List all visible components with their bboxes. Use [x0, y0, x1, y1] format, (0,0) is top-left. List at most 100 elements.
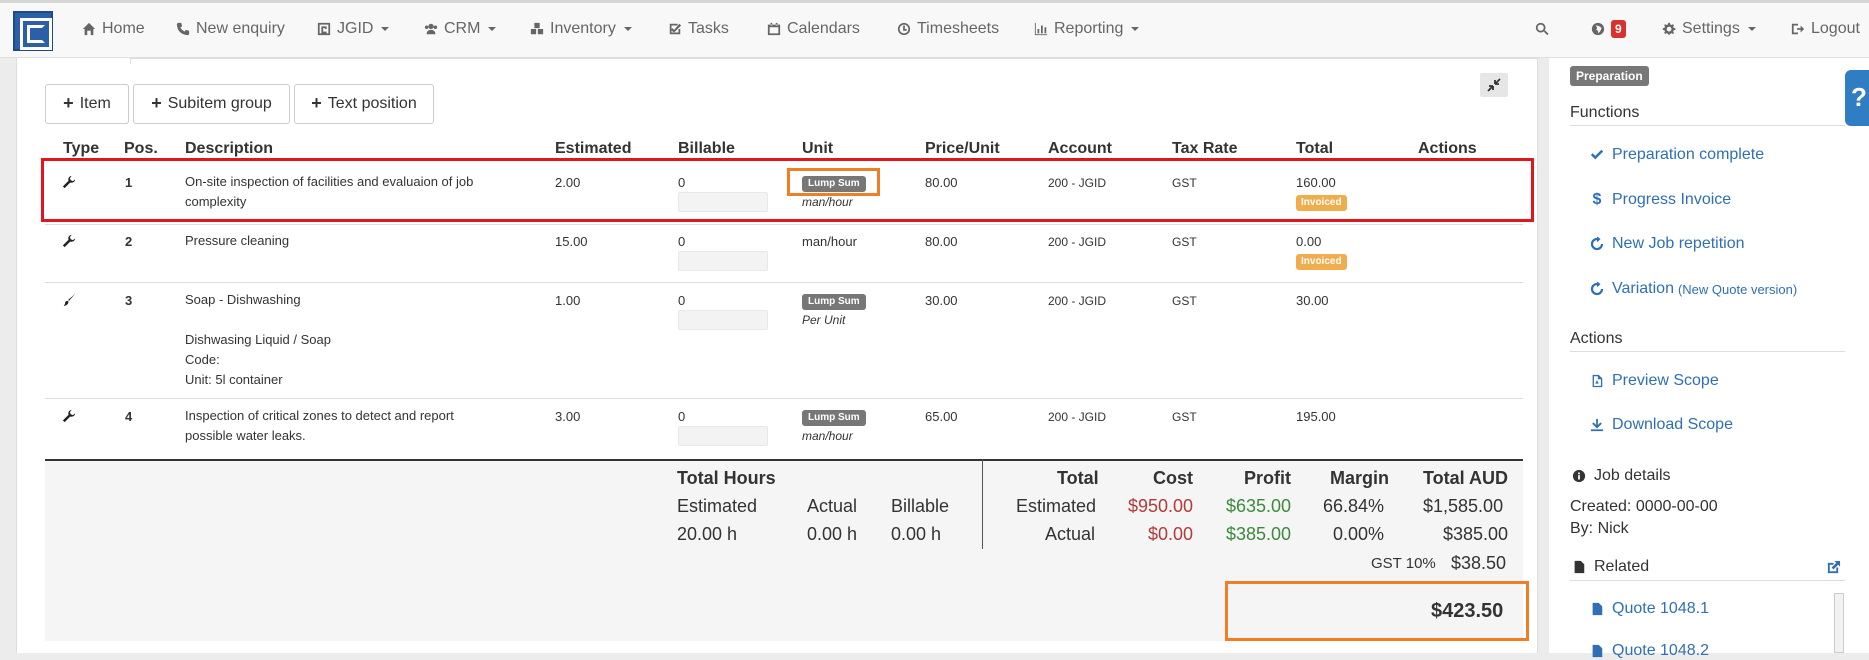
add-text-position-label: Text position: [327, 95, 417, 112]
wrench-icon: [62, 409, 76, 423]
lump-sum-highlight: [787, 168, 880, 196]
clock-icon: [897, 22, 911, 36]
nav-timesheets[interactable]: Timesheets: [897, 18, 999, 40]
app-logo[interactable]: [13, 11, 53, 51]
nav-notifications[interactable]: 9: [1591, 18, 1626, 40]
plus-icon: +: [63, 92, 74, 113]
nav-crm-label: CRM: [444, 20, 481, 37]
row-2-account: 200 - JGID: [1048, 235, 1107, 249]
col-header-type: Type: [63, 140, 100, 157]
row-4-description[interactable]: Inspection of critical zones to detect a…: [185, 406, 545, 446]
download-scope-link[interactable]: Download Scope: [1590, 416, 1733, 434]
actual-total-aud: $385.00: [1443, 524, 1509, 544]
nav-inventory-label: Inventory: [550, 20, 616, 37]
info-icon: [1572, 469, 1586, 483]
quote-1048-2-link[interactable]: Quote 1048.2: [1590, 642, 1709, 660]
totals-total-heading: Total: [1057, 468, 1099, 488]
row-2-estimated: 15.00: [555, 234, 588, 249]
nav-tasks-label: Tasks: [688, 20, 729, 37]
chevron-down-icon: [381, 27, 390, 31]
totals-actual-label: Actual: [1045, 524, 1096, 544]
nav-tasks[interactable]: Tasks: [668, 18, 729, 40]
preparation-complete-link[interactable]: Preparation complete: [1590, 146, 1764, 164]
row-2-billable-input[interactable]: [678, 251, 768, 271]
external-link-icon[interactable]: [1826, 560, 1841, 575]
gst-value: $38.50: [1451, 553, 1507, 573]
chevron-down-icon: [1747, 27, 1756, 31]
dollar-icon: $: [1592, 191, 1602, 208]
row-4-desc-line2: possible water leaks.: [185, 428, 306, 443]
row-3-desc-line4: Unit: 5l container: [185, 372, 283, 387]
row-4-unit: man/hour: [802, 429, 853, 443]
quote-1048-1-link[interactable]: Quote 1048.1: [1590, 600, 1709, 618]
hours-actual-label: Actual: [807, 496, 858, 516]
add-subitem-group-button[interactable]: + Subitem group: [133, 84, 290, 124]
nav-inventory[interactable]: Inventory: [530, 18, 632, 40]
nav-calendars-label: Calendars: [787, 20, 860, 37]
actual-margin: 0.00%: [1333, 524, 1385, 544]
row-4-desc-line1: Inspection of critical zones to detect a…: [185, 408, 454, 423]
nav-search[interactable]: [1535, 18, 1549, 40]
row-4-pos: 4: [125, 409, 133, 424]
related-label: Related: [1594, 558, 1650, 575]
nav-reporting-label: Reporting: [1054, 20, 1124, 37]
nav-calendars[interactable]: Calendars: [767, 18, 860, 40]
actions-divider: [1570, 351, 1845, 352]
nav-jgid-label: JGID: [337, 20, 374, 37]
add-subitem-group-label: Subitem group: [167, 95, 272, 112]
repeat-icon: [1590, 237, 1604, 251]
nav-new-enquiry[interactable]: New enquiry: [176, 18, 285, 40]
quote-1048-2-label: Quote 1048.2: [1612, 642, 1709, 659]
col-header-total: Total: [1296, 140, 1334, 157]
row-3-billable-input[interactable]: [678, 310, 768, 330]
hours-actual-value: 0.00 h: [807, 524, 858, 544]
nav-logout[interactable]: Logout: [1791, 18, 1860, 40]
repeat-icon: [1590, 282, 1604, 296]
hours-estimated-label: Estimated: [677, 496, 758, 516]
actions-heading: Actions: [1570, 330, 1623, 347]
new-job-repetition-link[interactable]: New Job repetition: [1590, 235, 1745, 253]
row-3-price: 30.00: [925, 293, 958, 308]
sidebar-scrollbar[interactable]: [1834, 593, 1844, 653]
nav-new-enquiry-label: New enquiry: [196, 20, 285, 37]
preview-scope-link[interactable]: Preview Scope: [1590, 372, 1719, 390]
home-icon: [82, 22, 96, 36]
row-4-billable-input[interactable]: [678, 426, 768, 446]
cubes-icon: [530, 22, 544, 35]
row-2-invoiced-badge: Invoiced: [1296, 254, 1347, 270]
nav-home[interactable]: Home: [82, 18, 145, 40]
nav-jgid[interactable]: JGID: [317, 18, 390, 40]
search-icon: [1535, 22, 1549, 36]
row-3-desc-line3: Code:: [185, 352, 220, 367]
functions-heading: Functions: [1570, 104, 1640, 121]
row-2-total: 0.00: [1296, 234, 1322, 249]
row-3-description[interactable]: Soap - Dishwashing Dishwasing Liquid / S…: [185, 290, 545, 390]
variation-label: Variation: [1612, 280, 1674, 297]
collapse-button[interactable]: [1480, 73, 1508, 97]
preparation-complete-label: Preparation complete: [1612, 146, 1765, 163]
nav-reporting[interactable]: Reporting: [1034, 18, 1140, 40]
help-tab[interactable]: ?: [1845, 70, 1869, 126]
totals-total-aud-heading: Total AUD: [1423, 468, 1508, 488]
check-icon: [1590, 149, 1604, 160]
functions-divider: [1570, 125, 1845, 126]
col-header-pos: Pos.: [124, 140, 158, 157]
nav-logout-label: Logout: [1811, 20, 1860, 37]
calendar-icon: [767, 22, 781, 36]
col-header-description: Description: [185, 140, 274, 157]
file-icon: [1592, 602, 1603, 616]
grand-total-highlight: [1225, 581, 1529, 641]
add-text-position-button[interactable]: + Text position: [294, 84, 434, 124]
plus-icon: +: [151, 92, 162, 113]
add-item-button[interactable]: + Item: [45, 84, 129, 124]
row-2-description[interactable]: Pressure cleaning: [185, 231, 545, 251]
variation-note: (New Quote version): [1677, 281, 1798, 297]
row-4-price: 65.00: [925, 409, 958, 424]
progress-invoice-link[interactable]: $ Progress Invoice: [1590, 191, 1732, 209]
chevron-down-icon: [488, 27, 497, 31]
variation-link[interactable]: Variation (New Quote version): [1590, 280, 1797, 298]
chevron-down-icon: [1131, 27, 1140, 31]
nav-settings[interactable]: Settings: [1662, 18, 1756, 40]
nav-crm[interactable]: CRM: [424, 18, 497, 40]
col-header-tax-rate: Tax Rate: [1172, 140, 1238, 157]
